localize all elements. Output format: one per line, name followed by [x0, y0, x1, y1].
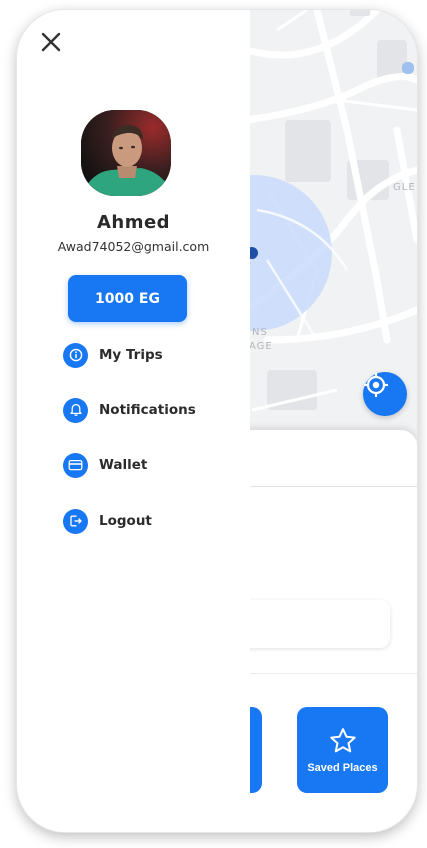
- crosshair-icon: [364, 373, 388, 397]
- avatar: [81, 110, 171, 196]
- menu-item-my-trips[interactable]: My Trips: [63, 342, 163, 368]
- menu-item-logout[interactable]: Logout: [63, 508, 152, 534]
- logout-icon: [63, 508, 88, 534]
- user-email: Awad74052@gmail.com: [57, 239, 210, 254]
- menu-item-label: Notifications: [99, 402, 196, 418]
- profile-photo: [81, 110, 171, 196]
- close-icon: [41, 32, 61, 52]
- wallet-balance-button[interactable]: 1000 EG: [68, 275, 187, 322]
- menu-item-label: My Trips: [99, 347, 163, 363]
- menu-item-label: Logout: [99, 513, 152, 529]
- bell-icon: [63, 397, 88, 423]
- my-location-button[interactable]: [363, 372, 407, 416]
- menu-item-label: Wallet: [99, 457, 148, 473]
- menu-item-notifications[interactable]: Notifications: [63, 397, 196, 423]
- phone-frame: GLE NS AGE stafa Saved Places: [17, 10, 417, 832]
- map-label: AGE: [249, 341, 273, 352]
- close-drawer-button[interactable]: [39, 30, 63, 54]
- menu-item-wallet[interactable]: Wallet: [63, 452, 147, 478]
- saved-places-label: Saved Places: [307, 762, 378, 774]
- info-icon: [63, 342, 88, 368]
- map-label: NS: [252, 327, 268, 338]
- side-drawer: Ahmed Awad74052@gmail.com 1000 EG My Tri…: [17, 10, 250, 800]
- user-name: Ahmed: [96, 212, 171, 233]
- card-icon: [63, 452, 88, 478]
- star-icon: [329, 728, 356, 753]
- saved-places-button[interactable]: Saved Places: [297, 707, 388, 793]
- map-label: GLE: [393, 182, 416, 193]
